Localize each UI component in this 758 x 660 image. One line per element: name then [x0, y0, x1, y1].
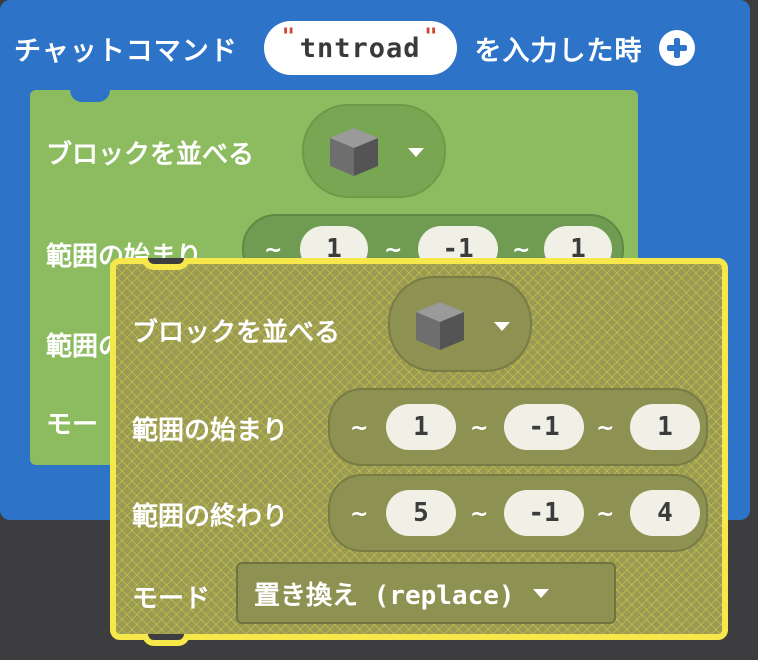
event-label: チャットコマンド	[14, 35, 238, 67]
to-z[interactable]: 4	[630, 490, 700, 536]
chevron-down-icon	[494, 322, 510, 331]
chevron-down-icon	[408, 148, 424, 157]
quote-close: "	[424, 25, 439, 50]
block-notch	[142, 258, 190, 270]
mode-dropdown[interactable]: 置き換え (replace)	[236, 562, 616, 624]
from-y[interactable]: -1	[504, 404, 584, 450]
plus-circle-icon[interactable]	[658, 30, 695, 66]
block-dropdown-back[interactable]	[302, 104, 446, 198]
command-value: tntroad	[299, 32, 421, 64]
to-y[interactable]: -1	[504, 490, 584, 536]
block-notch	[70, 90, 110, 102]
chevron-down-icon	[532, 588, 549, 598]
command-input[interactable]: " tntroad "	[263, 21, 457, 75]
tilde: ~	[596, 502, 615, 527]
to-coords[interactable]: ~ 5 ~ -1 ~ 4	[328, 474, 708, 552]
event-header: チャットコマンド " tntroad " を入力した時	[14, 18, 695, 78]
fill-label: ブロックを並べる	[132, 318, 341, 348]
block-bottom-tab	[142, 634, 190, 646]
from-x[interactable]: 1	[386, 404, 456, 450]
tilde: ~	[350, 502, 369, 527]
block-dropdown[interactable]	[388, 276, 532, 372]
from-label: 範囲の始まり	[132, 416, 289, 446]
quote-open: "	[281, 25, 296, 50]
stone-cube-icon	[330, 128, 378, 176]
tilde: ~	[350, 416, 369, 441]
event-suffix: を入力した時	[474, 35, 643, 67]
fill-label-back: ブロックを並べる	[46, 140, 255, 170]
tilde: ~	[470, 502, 489, 527]
event-block-body	[0, 90, 30, 465]
stone-cube-icon	[416, 302, 464, 350]
from-coords[interactable]: ~ 1 ~ -1 ~ 1	[328, 388, 708, 466]
mode-value: 置き換え (replace)	[254, 580, 515, 611]
to-label: 範囲の終わり	[132, 502, 289, 532]
mode-label-back: モー	[46, 410, 99, 440]
tilde: ~	[470, 416, 489, 441]
tilde: ~	[596, 416, 615, 441]
to-x[interactable]: 5	[386, 490, 456, 536]
mode-label: モード	[132, 584, 211, 614]
from-z[interactable]: 1	[630, 404, 700, 450]
